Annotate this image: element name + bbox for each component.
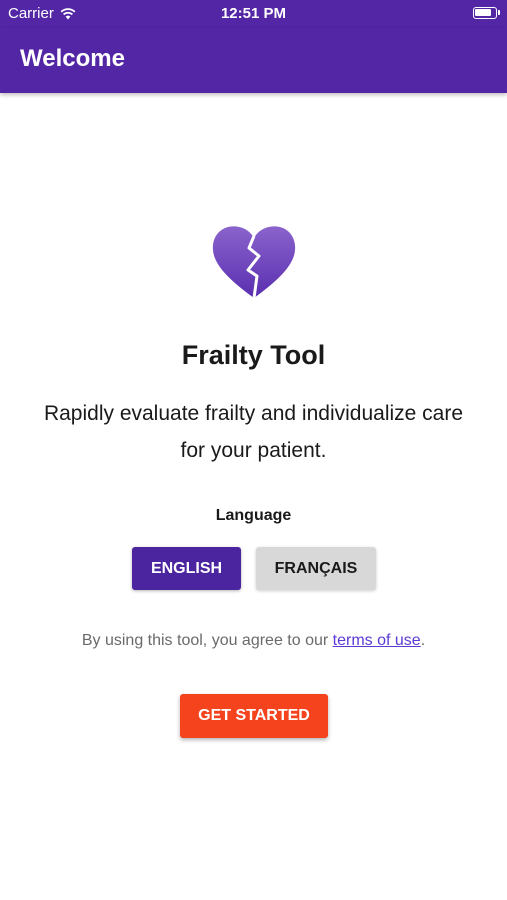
terms-prefix: By using this tool, you agree to our [81,632,333,649]
english-language-button[interactable]: ENGLISH [132,547,241,590]
battery-icon [473,7,500,19]
page-title: Welcome [20,45,125,72]
terms-suffix: . [420,632,426,649]
broken-heart-icon [212,226,296,299]
status-bar: Carrier 12:51 PM [0,0,507,28]
app-bar: Welcome [0,28,507,93]
app-tagline: Rapidly evaluate frailty and individuali… [43,402,464,462]
status-time: 12:51 PM [220,5,287,22]
terms-notice: By using this tool, you agree to our ter… [0,632,507,650]
language-label: Language [215,507,292,524]
get-started-button[interactable]: GET STARTED [180,694,328,738]
app-name-heading: Frailty Tool [181,340,326,370]
terms-of-use-link[interactable]: terms of use [333,632,421,649]
french-language-button[interactable]: FRANÇAIS [256,547,376,590]
